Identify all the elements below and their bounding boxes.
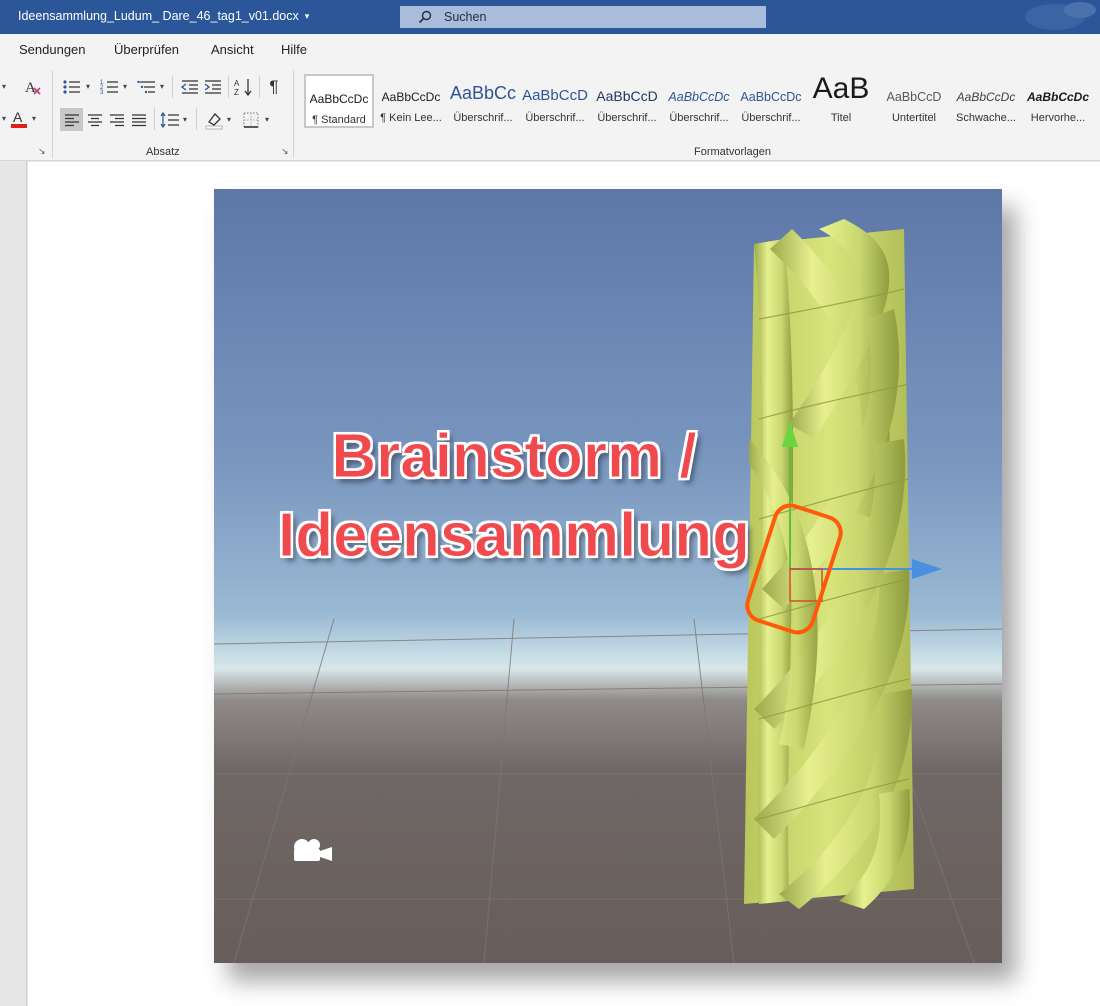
bullet-list-icon[interactable] [60, 76, 84, 98]
search-label: Suchen [444, 10, 487, 24]
chevron-down-icon[interactable]: ▾ [2, 114, 6, 123]
document-title[interactable]: Ideensammlung_Ludum_ Dare_46_tag1_v01.do… [18, 9, 309, 23]
style-sample: AaBbCcDc [381, 90, 441, 104]
style-titel[interactable]: AaB Titel [806, 74, 876, 128]
chevron-down-icon[interactable]: ▾ [2, 82, 6, 91]
style-sample: AaBbCcDc [740, 90, 802, 104]
tab-sendungen[interactable]: Sendungen [19, 42, 86, 57]
style-sample: AaBbCc [449, 83, 517, 103]
style-name: Hervorhe... [1030, 112, 1086, 124]
pilcrow-icon[interactable]: ¶ [263, 76, 285, 98]
document-title-text: Ideensammlung_Ludum_ Dare_46_tag1_v01.do… [18, 9, 299, 23]
font-group-launcher-icon[interactable]: ↘ [38, 146, 46, 157]
divider [259, 76, 260, 98]
style-sample: AaBbCcDc [1026, 90, 1089, 104]
style-ueberschrift-2[interactable]: AaBbCcD Überschrif... [520, 74, 590, 128]
embedded-image[interactable]: Brainstorm / Ideensammlung [214, 189, 1002, 963]
group-separator [52, 70, 53, 158]
paragraph-group-launcher-icon[interactable]: ↘ [281, 146, 289, 157]
style-standard[interactable]: AaBbCcDc ¶ Standard [304, 74, 374, 128]
title-bar: Ideensammlung_Ludum_ Dare_46_tag1_v01.do… [0, 0, 1100, 34]
account-blur-icon[interactable] [1010, 0, 1100, 34]
tab-hilfe[interactable]: Hilfe [281, 42, 307, 57]
tab-ueberpruefen[interactable]: Überprüfen [114, 42, 179, 57]
search-icon [418, 10, 432, 24]
tab-ansicht[interactable]: Ansicht [211, 42, 254, 57]
style-sample: AaBbCcDc [956, 90, 1016, 104]
chevron-down-icon[interactable]: ▾ [123, 82, 127, 91]
sort-icon[interactable]: AZ [232, 76, 256, 98]
style-sample: AaBbCcD [886, 90, 942, 104]
svg-text:3: 3 [100, 90, 104, 96]
divider [228, 76, 229, 98]
chevron-down-icon[interactable]: ▾ [265, 115, 269, 124]
borders-icon[interactable] [239, 108, 263, 131]
line-spacing-icon[interactable] [158, 108, 182, 131]
style-name: Überschrif... [525, 112, 585, 124]
search-box[interactable]: Suchen [400, 6, 766, 28]
style-sample: AaBbCcD [522, 87, 588, 104]
chevron-down-icon[interactable]: ▾ [86, 82, 90, 91]
group-label-formatvorlagen: Formatvorlagen [694, 146, 772, 158]
style-ueberschrift-3[interactable]: AaBbCcD Überschrif... [592, 74, 662, 128]
ribbon: ▾ A ▾ A ▾ ↘ ▾ 123 ▾ ▾ AZ ¶ ▾ ▾ ▾ Absatz … [0, 64, 1100, 161]
align-center-icon[interactable] [83, 108, 106, 131]
style-kein-leerraum[interactable]: AaBbCcDc ¶ Kein Lee... [376, 74, 446, 128]
chevron-down-icon[interactable]: ▾ [305, 11, 310, 22]
style-sample: AaB [812, 74, 870, 105]
svg-text:A: A [13, 109, 23, 125]
style-name: Überschrif... [669, 112, 729, 124]
menu-bar: Sendungen Überprüfen Ansicht Hilfe [0, 34, 1100, 64]
svg-text:Z: Z [234, 88, 239, 97]
style-sample: AaBbCcDc [309, 92, 369, 106]
style-name: Überschrif... [741, 112, 801, 124]
style-ueberschrift-5[interactable]: AaBbCcDc Überschrif... [736, 74, 806, 128]
chevron-down-icon[interactable]: ▾ [183, 115, 187, 124]
divider [154, 108, 155, 130]
caption-line-2: Ideensammlung [278, 501, 751, 571]
style-untertitel[interactable]: AaBbCcD Untertitel [879, 74, 949, 128]
group-label-absatz: Absatz [146, 146, 180, 158]
style-sample: AaBbCcD [596, 88, 658, 104]
group-separator [293, 70, 294, 158]
justify-icon[interactable] [127, 108, 150, 131]
style-name: ¶ Standard [312, 114, 366, 126]
style-name: Überschrif... [597, 112, 657, 124]
camera-icon [294, 839, 332, 861]
style-ueberschrift-1[interactable]: AaBbCc Überschrif... [448, 74, 518, 128]
scene-render [214, 219, 1002, 963]
chevron-down-icon[interactable]: ▾ [160, 82, 164, 91]
style-name: Überschrif... [453, 112, 513, 124]
style-ueberschrift-4[interactable]: AaBbCcDc Überschrif... [664, 74, 734, 128]
svg-text:A: A [234, 79, 240, 88]
multilevel-list-icon[interactable] [135, 76, 159, 98]
align-left-icon[interactable] [60, 108, 83, 131]
divider [172, 76, 173, 98]
chevron-down-icon[interactable]: ▾ [32, 114, 36, 123]
style-name: Titel [830, 112, 852, 124]
shading-icon[interactable] [202, 108, 226, 131]
style-hervorhebung[interactable]: AaBbCcDc Hervorhe... [1023, 74, 1093, 128]
vertical-ruler[interactable] [0, 161, 27, 1006]
style-name: Schwache... [956, 112, 1016, 124]
numbered-list-icon[interactable]: 123 [98, 76, 122, 98]
divider [196, 108, 197, 130]
increase-indent-icon[interactable] [201, 76, 225, 98]
caption-line-1: Brainstorm / [331, 422, 697, 492]
style-name: Untertitel [891, 112, 937, 124]
style-sample: AaBbCcDc [668, 90, 730, 104]
align-right-icon[interactable] [105, 108, 128, 131]
clear-formatting-icon[interactable]: A [22, 76, 44, 98]
style-schwache-hervorhebung[interactable]: AaBbCcDc Schwache... [951, 74, 1021, 128]
font-color-icon[interactable]: A [8, 108, 30, 130]
decrease-indent-icon[interactable] [178, 76, 202, 98]
style-name: ¶ Kein Lee... [380, 112, 442, 124]
chevron-down-icon[interactable]: ▾ [227, 115, 231, 124]
